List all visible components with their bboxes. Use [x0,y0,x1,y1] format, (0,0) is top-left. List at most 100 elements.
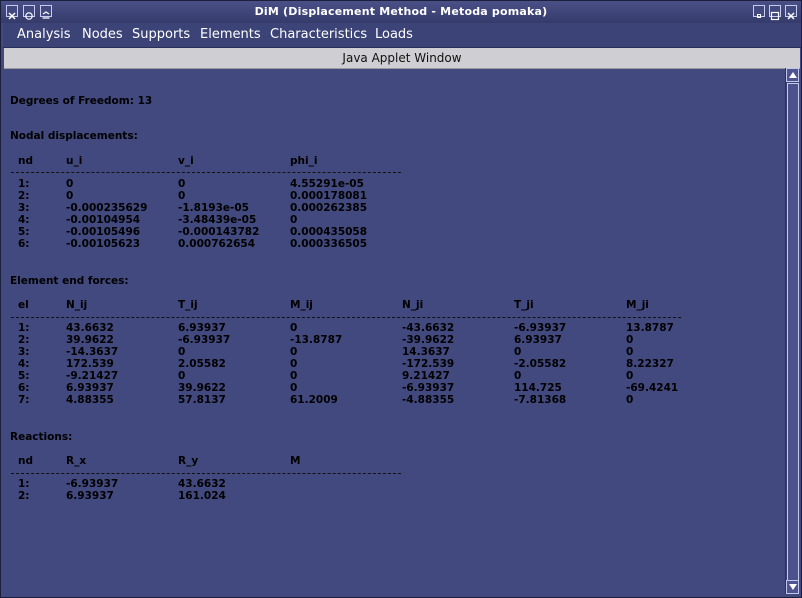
arrow-up-icon [789,72,797,78]
forces-cell: 6.93937 [178,322,226,334]
forces-cell: 6.93937 [514,334,562,346]
java-applet-window-label: Java Applet Window [4,48,800,69]
forces-cell: 2: [18,334,30,346]
report-area: Degrees of Freedom: 13 Nodal displacemen… [7,71,783,593]
forces-header-mij: M_ij [290,299,313,311]
title-bar[interactable]: DiM (Displacement Method - Metoda pomaka… [1,1,801,23]
forces-cell: 6: [18,382,30,394]
minimize-icon[interactable] [753,5,765,18]
nodal-cell: 5: [18,226,30,238]
nodal-cell: 0.000336505 [290,238,368,250]
dof-text: Degrees of Freedom: 13 [10,95,153,107]
forces-header-nij: N_ij [66,299,88,311]
forces-cell: 0 [514,370,522,382]
forces-cell: -43.6632 [402,322,455,334]
menu-characteristics[interactable]: Characteristics [270,23,367,47]
forces-cell: 6.93937 [66,382,114,394]
forces-cell: 0 [290,358,298,370]
reactions-header-ry: R_y [178,455,199,467]
forces-header-mji: M_ji [626,299,649,311]
forces-cell: 7: [18,394,30,406]
reactions-cell: 161.024 [178,490,226,502]
forces-cell: 172.539 [66,358,114,370]
forces-cell: -13.8787 [290,334,343,346]
reactions-cell: 6.93937 [66,490,114,502]
nodal-cell: 0 [66,178,74,190]
forces-cell: 4.88355 [66,394,114,406]
nodal-header-nd: nd [18,155,33,167]
forces-header-tij: T_ij [178,299,198,311]
forces-cell: 0 [626,334,634,346]
forces-cell: -7.81368 [514,394,567,406]
forces-cell: 0 [290,322,298,334]
forces-cell: -6.93937 [514,322,567,334]
menu-elements[interactable]: Elements [200,23,261,47]
forces-header-nji: N_ji [402,299,424,311]
reactions-cell: -6.93937 [66,478,119,490]
window-title: DiM (Displacement Method - Metoda pomaka… [254,5,548,18]
nodal-cell: 0.000762654 [178,238,256,250]
forces-cell: 0 [178,370,186,382]
forces-cell: 0 [290,346,298,358]
menu-analysis[interactable]: Analysis [17,23,71,47]
forces-cell: 0 [290,382,298,394]
nodal-cell: -1.8193e-05 [178,202,249,214]
menu-supports[interactable]: Supports [132,23,190,47]
nodal-cell: 4.55291e-05 [290,178,364,190]
forces-cell: -14.3637 [66,346,119,358]
nodal-cell: 1: [18,178,30,190]
forces-cell: -69.4241 [626,382,679,394]
nodal-cell: 0.000262385 [290,202,368,214]
forces-header-tji: T_ji [514,299,534,311]
nodal-cell: -0.00105623 [66,238,141,250]
menu-loads[interactable]: Loads [375,23,413,47]
forces-title: Element end forces: [10,275,129,287]
forces-cell: 9.21427 [402,370,450,382]
nodal-cell: 6: [18,238,30,250]
vertical-scrollbar[interactable] [785,68,799,594]
applet-window: DiM (Displacement Method - Metoda pomaka… [0,0,802,598]
forces-cell: -4.88355 [402,394,455,406]
nodal-cell: 0 [178,178,186,190]
forces-cell: 14.3637 [402,346,450,358]
scroll-down-button[interactable] [786,580,799,594]
nodal-cell: -0.00104954 [66,214,141,226]
close-window-icon[interactable] [785,5,797,20]
forces-cell: 0 [290,370,298,382]
nodal-divider [11,172,401,173]
reactions-header-rx: R_x [66,455,87,467]
forces-divider [11,317,681,318]
maximize-icon[interactable] [769,5,781,21]
menu-nodes[interactable]: Nodes [82,23,123,47]
forces-cell: 61.2009 [290,394,338,406]
forces-cell: 8.22327 [626,358,674,370]
forces-cell: -9.21427 [66,370,119,382]
nodal-cell: 4: [18,214,30,226]
arrow-down-icon [789,584,797,590]
nodal-cell: -0.000235629 [66,202,148,214]
nodal-cell: 3: [18,202,30,214]
forces-cell: -6.93937 [402,382,455,394]
forces-cell: 57.8137 [178,394,226,406]
nodal-cell: -3.48439e-05 [178,214,257,226]
reactions-cell: 1: [18,478,30,490]
forces-cell: 4: [18,358,30,370]
forces-cell: 5: [18,370,30,382]
forces-cell: 3: [18,346,30,358]
nodal-header-u: u_i [66,155,83,167]
forces-cell: 0 [514,346,522,358]
forces-cell: 114.725 [514,382,562,394]
scroll-thumb[interactable] [787,83,799,581]
forces-cell: -39.9622 [402,334,455,346]
forces-cell: 0 [626,394,634,406]
nodal-header-phi: phi_i [290,155,318,167]
nodal-cell: 0 [290,214,298,226]
nodal-cell: -0.000143782 [178,226,260,238]
forces-cell: 1: [18,322,30,334]
forces-cell: 0 [626,370,634,382]
forces-cell: 0 [626,346,634,358]
forces-cell: -172.539 [402,358,455,370]
reactions-title: Reactions: [10,431,73,443]
scroll-up-button[interactable] [786,68,799,82]
forces-header-el: el [18,299,29,311]
